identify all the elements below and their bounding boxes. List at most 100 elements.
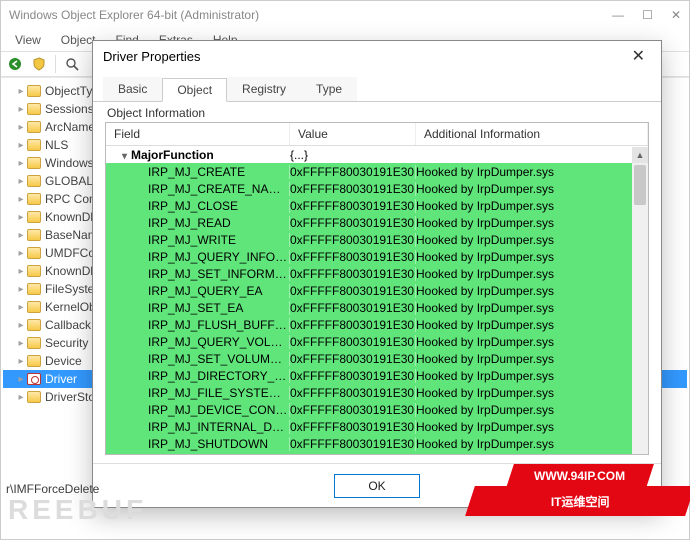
- cell-info: Hooked by IrpDumper.sys: [416, 301, 648, 315]
- cell-info: Hooked by IrpDumper.sys: [416, 165, 648, 179]
- folder-icon: [27, 265, 41, 277]
- cell-field: IRP_MJ_SET_VOLUME_INFOR...: [106, 352, 290, 366]
- grid-row[interactable]: IRP_MJ_QUERY_INFORMATION0xFFFFF80030191E…: [106, 248, 648, 265]
- grid-row[interactable]: IRP_MJ_INTERNAL_DEVICE_C...0xFFFFF800301…: [106, 418, 648, 435]
- expand-icon[interactable]: ▸: [15, 266, 27, 277]
- cell-info: Hooked by IrpDumper.sys: [416, 284, 648, 298]
- cell-field: MajorFunction: [106, 148, 290, 162]
- folder-icon: [27, 85, 41, 97]
- col-value[interactable]: Value: [290, 123, 416, 145]
- folder-icon: [27, 301, 41, 313]
- maximize-icon[interactable]: ☐: [642, 8, 653, 22]
- cell-info: Hooked by IrpDumper.sys: [416, 250, 648, 264]
- grid-row[interactable]: IRP_MJ_SET_EA0xFFFFF80030191E30Hooked by…: [106, 299, 648, 316]
- tree-item-label: ObjectTyp: [45, 84, 99, 98]
- folder-icon: [27, 211, 41, 223]
- grid-row[interactable]: IRP_MJ_DIRECTORY_CONTROL0xFFFFF80030191E…: [106, 367, 648, 384]
- cell-field: IRP_MJ_SET_EA: [106, 301, 290, 315]
- grid-row[interactable]: IRP_MJ_DEVICE_CONTROL0xFFFFF80030191E30H…: [106, 401, 648, 418]
- grid-row[interactable]: IRP_MJ_CLOSE0xFFFFF80030191E30Hooked by …: [106, 197, 648, 214]
- back-icon[interactable]: [7, 56, 23, 72]
- grid-row[interactable]: IRP_MJ_CREATE_NAMED_PIPE0xFFFFF80030191E…: [106, 180, 648, 197]
- cell-field: IRP_MJ_WRITE: [106, 233, 290, 247]
- col-additional[interactable]: Additional Information: [416, 123, 648, 145]
- menu-view[interactable]: View: [5, 31, 51, 49]
- tree-item-label: Windows: [45, 156, 94, 170]
- tree-item-label: Device: [45, 354, 82, 368]
- expand-icon[interactable]: ▸: [15, 356, 27, 367]
- expand-icon[interactable]: ▸: [15, 212, 27, 223]
- scroll-up-icon[interactable]: ▲: [632, 147, 648, 163]
- folder-icon: [27, 139, 41, 151]
- expand-icon[interactable]: ▸: [15, 176, 27, 187]
- expand-icon[interactable]: ▸: [15, 302, 27, 313]
- expand-icon[interactable]: ▸: [15, 158, 27, 169]
- cell-field: IRP_MJ_SET_INFORMATION: [106, 267, 290, 281]
- cell-value: 0xFFFFF80030191E30: [290, 386, 416, 400]
- expand-icon[interactable]: ▸: [15, 320, 27, 331]
- cell-info: Hooked by IrpDumper.sys: [416, 267, 648, 281]
- cell-field: IRP_MJ_CREATE_NAMED_PIPE: [106, 182, 290, 196]
- tab-type[interactable]: Type: [301, 77, 357, 101]
- minimize-icon[interactable]: —: [612, 8, 624, 22]
- expand-icon[interactable]: ▸: [15, 338, 27, 349]
- expand-icon[interactable]: ▸: [15, 122, 27, 133]
- cell-value: {...}: [290, 148, 416, 162]
- folder-icon: [27, 193, 41, 205]
- grid-row[interactable]: IRP_MJ_CREATE0xFFFFF80030191E30Hooked by…: [106, 163, 648, 180]
- grid-row[interactable]: IRP_MJ_FILE_SYSTEM_CONTR...0xFFFFF800301…: [106, 384, 648, 401]
- grid-row[interactable]: IRP_MJ_SET_VOLUME_INFOR...0xFFFFF8003019…: [106, 350, 648, 367]
- grid-row[interactable]: IRP_MJ_LOCK_CONTROL0xFFFFF80030191E30Hoo…: [106, 452, 648, 455]
- shield-icon[interactable]: [31, 56, 47, 72]
- tab-basic[interactable]: Basic: [103, 77, 162, 101]
- col-field[interactable]: Field: [106, 123, 290, 145]
- search-icon[interactable]: [64, 56, 80, 72]
- grid-row[interactable]: IRP_MJ_FLUSH_BUFFERS0xFFFFF80030191E30Ho…: [106, 316, 648, 333]
- grid-row[interactable]: IRP_MJ_WRITE0xFFFFF80030191E30Hooked by …: [106, 231, 648, 248]
- cell-field: IRP_MJ_READ: [106, 216, 290, 230]
- expand-icon[interactable]: ▸: [15, 104, 27, 115]
- scroll-thumb[interactable]: [634, 165, 646, 205]
- expand-icon[interactable]: ▸: [15, 392, 27, 403]
- ok-button[interactable]: OK: [334, 474, 420, 498]
- cell-info: Hooked by IrpDumper.sys: [416, 386, 648, 400]
- dialog-tabs: Basic Object Registry Type: [93, 71, 661, 102]
- grid-row[interactable]: IRP_MJ_QUERY_VOLUME_INF...0xFFFFF8003019…: [106, 333, 648, 350]
- cell-value: 0xFFFFF80030191E30: [290, 216, 416, 230]
- grid-row[interactable]: IRP_MJ_SET_INFORMATION0xFFFFF80030191E30…: [106, 265, 648, 282]
- grid-header: Field Value Additional Information: [106, 123, 648, 146]
- expand-icon[interactable]: ▸: [15, 230, 27, 241]
- folder-icon: [27, 229, 41, 241]
- folder-icon: [27, 121, 41, 133]
- cell-value: 0xFFFFF80030191E30: [290, 284, 416, 298]
- cell-info: Hooked by IrpDumper.sys: [416, 454, 648, 456]
- tab-registry[interactable]: Registry: [227, 77, 301, 101]
- grid-parent-row[interactable]: MajorFunction{...}: [106, 146, 648, 163]
- expand-icon[interactable]: ▸: [15, 284, 27, 295]
- tab-object[interactable]: Object: [162, 78, 227, 102]
- cell-field: IRP_MJ_LOCK_CONTROL: [106, 454, 290, 456]
- expand-icon[interactable]: ▸: [15, 248, 27, 259]
- folder-icon: [27, 157, 41, 169]
- cell-value: 0xFFFFF80030191E30: [290, 267, 416, 281]
- watermark-text: REEBUF: [8, 494, 147, 526]
- expand-icon[interactable]: ▸: [15, 86, 27, 97]
- grid-scrollbar[interactable]: ▲: [632, 147, 648, 454]
- cell-field: IRP_MJ_FILE_SYSTEM_CONTR...: [106, 386, 290, 400]
- expand-icon[interactable]: ▸: [15, 374, 27, 385]
- cell-info: Hooked by IrpDumper.sys: [416, 403, 648, 417]
- cell-field: IRP_MJ_INTERNAL_DEVICE_C...: [106, 420, 290, 434]
- cell-info: Hooked by IrpDumper.sys: [416, 420, 648, 434]
- cell-value: 0xFFFFF80030191E30: [290, 369, 416, 383]
- close-icon[interactable]: ✕: [671, 8, 681, 22]
- expand-icon[interactable]: ▸: [15, 140, 27, 151]
- grid-row[interactable]: IRP_MJ_SHUTDOWN0xFFFFF80030191E30Hooked …: [106, 435, 648, 452]
- window-title: Windows Object Explorer 64-bit (Administ…: [9, 8, 612, 22]
- cell-value: 0xFFFFF80030191E30: [290, 335, 416, 349]
- grid-row[interactable]: IRP_MJ_READ0xFFFFF80030191E30Hooked by I…: [106, 214, 648, 231]
- dialog-close-icon[interactable]: ✕: [626, 46, 651, 66]
- expand-icon[interactable]: ▸: [15, 194, 27, 205]
- cell-field: IRP_MJ_DEVICE_CONTROL: [106, 403, 290, 417]
- folder-icon: [27, 175, 41, 187]
- grid-row[interactable]: IRP_MJ_QUERY_EA0xFFFFF80030191E30Hooked …: [106, 282, 648, 299]
